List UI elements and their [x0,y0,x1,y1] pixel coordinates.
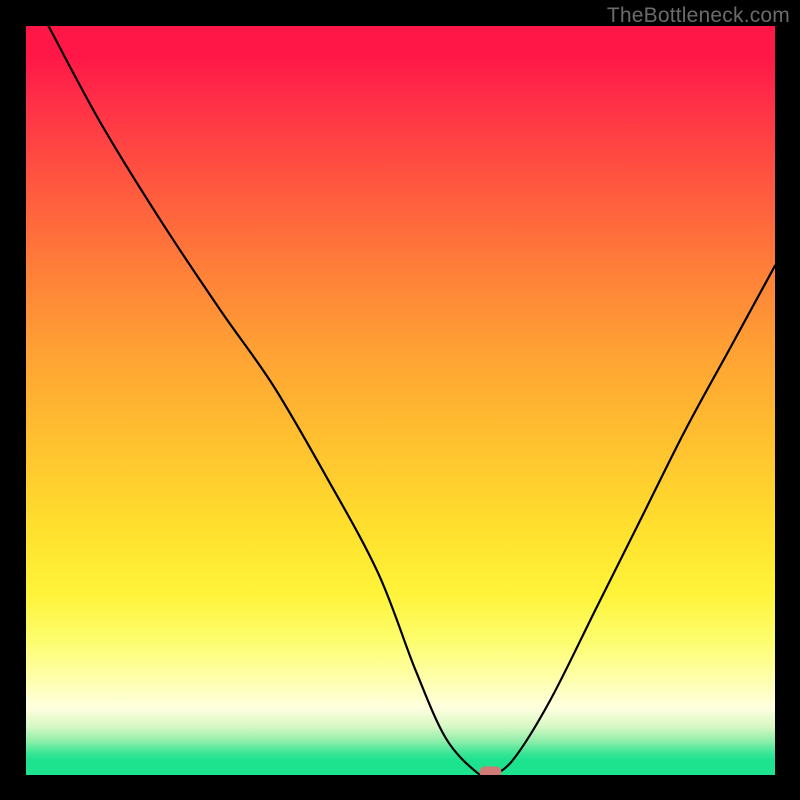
heat-gradient-background [26,26,775,775]
watermark-text: TheBottleneck.com [607,4,790,28]
chart-frame: TheBottleneck.com [0,0,800,800]
plot-area [26,26,775,775]
